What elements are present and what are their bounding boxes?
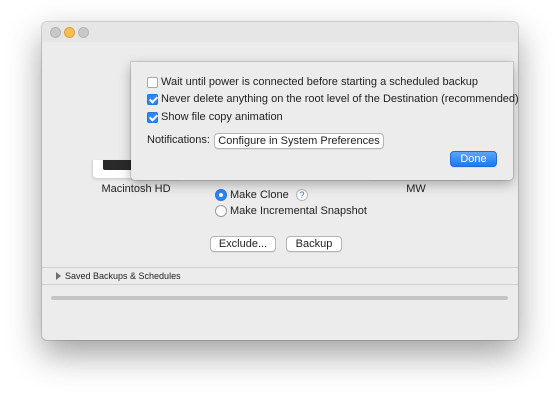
option-show-copy-animation[interactable]: Show file copy animation (147, 110, 283, 124)
wait-for-power-checkbox[interactable] (147, 76, 158, 88)
wait-for-power-label: Wait until power is connected before sta… (161, 76, 478, 88)
exclude-button[interactable]: Exclude... (210, 236, 276, 252)
never-delete-root-checkbox[interactable] (147, 93, 158, 105)
notifications-label: Notifications: (147, 134, 210, 146)
destination-drive-label: MW (406, 183, 426, 195)
show-copy-animation-checkbox[interactable] (147, 111, 158, 123)
source-drive-label: Macintosh HD (101, 183, 171, 195)
options-sheet: Wait until power is connected before sta… (131, 62, 518, 180)
done-button[interactable]: Done (450, 151, 497, 167)
title-bar (42, 22, 518, 42)
incremental-snapshot-option[interactable]: Make Incremental Snapshot (215, 204, 367, 218)
close-window-button[interactable] (50, 27, 61, 38)
option-wait-for-power[interactable]: Wait until power is connected before sta… (147, 75, 478, 89)
configure-system-preferences-button[interactable]: Configure in System Preferences (214, 133, 384, 149)
minimize-window-button[interactable] (64, 27, 75, 38)
option-never-delete-root[interactable]: Never delete anything on the root level … (147, 92, 518, 106)
disclosure-triangle-icon[interactable] (56, 272, 61, 280)
help-icon[interactable]: ? (296, 189, 308, 201)
incremental-snapshot-radio[interactable] (215, 205, 227, 217)
incremental-snapshot-label: Make Incremental Snapshot (230, 205, 367, 217)
divider (42, 284, 518, 285)
app-window: Macintosh HD MW Make Clone ? Make Increm… (42, 22, 518, 340)
make-clone-option[interactable]: Make Clone (215, 188, 289, 202)
saved-backups-disclosure[interactable]: Saved Backups & Schedules (56, 270, 181, 282)
never-delete-root-label: Never delete anything on the root level … (161, 93, 518, 105)
divider (42, 267, 518, 268)
progress-bar (51, 296, 508, 300)
make-clone-radio[interactable] (215, 189, 227, 201)
backup-button[interactable]: Backup (286, 236, 342, 252)
zoom-window-button[interactable] (78, 27, 89, 38)
show-copy-animation-label: Show file copy animation (161, 111, 283, 123)
make-clone-label: Make Clone (230, 189, 289, 201)
saved-backups-label: Saved Backups & Schedules (65, 271, 181, 281)
